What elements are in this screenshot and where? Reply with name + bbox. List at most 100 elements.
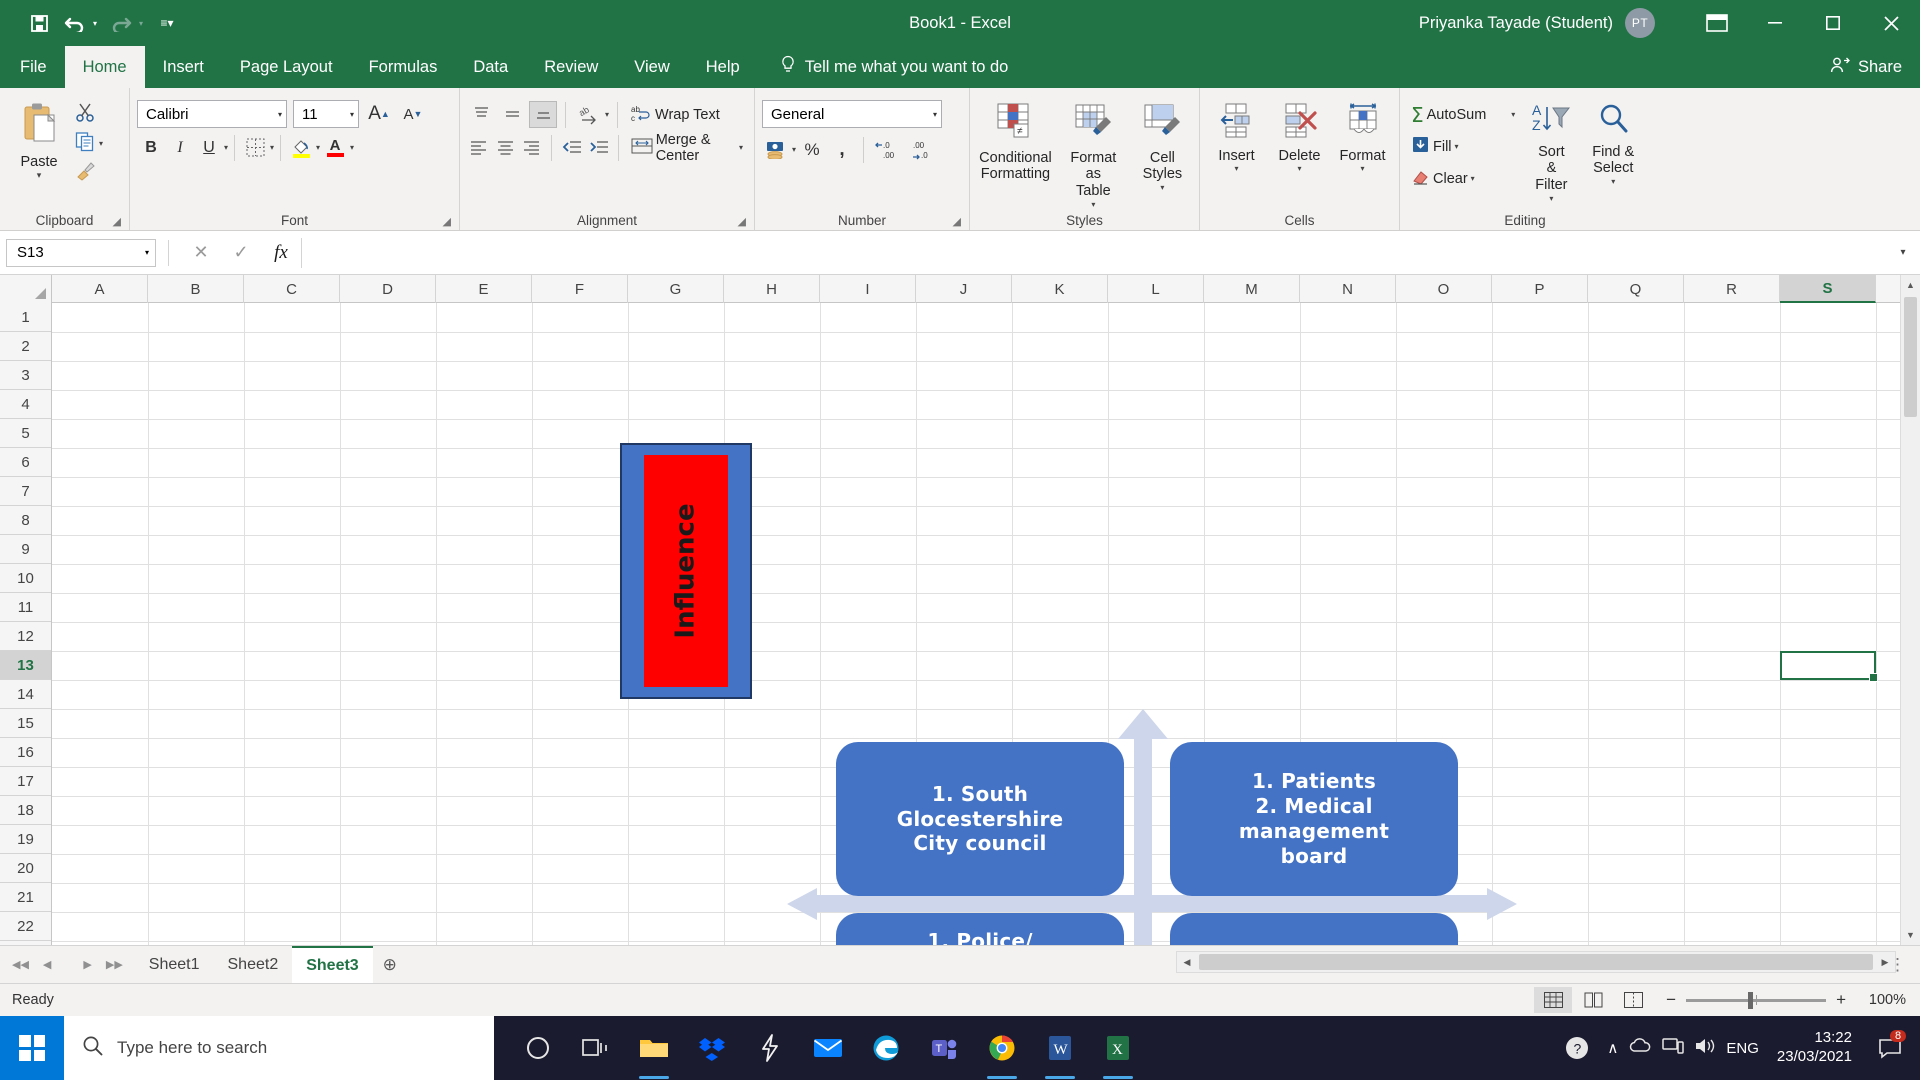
conditional-formatting-button[interactable]: ≠ Conditional Formatting [977,99,1054,186]
orientation-dropdown-arrow[interactable]: ▾ [605,110,609,119]
taskbar-clock[interactable]: 13:22 23/03/2021 [1769,1029,1860,1067]
column-header-N[interactable]: N [1300,275,1396,303]
column-header-R[interactable]: R [1684,275,1780,303]
cancel-formula-button[interactable]: ✕ [181,238,221,268]
tab-view[interactable]: View [616,46,687,88]
align-middle-button[interactable] [498,101,526,128]
copy-button[interactable]: ▾ [71,130,107,157]
decrease-indent-button[interactable] [560,134,583,161]
dropbox-icon[interactable] [686,1016,738,1080]
row-header-10[interactable]: 10 [0,564,51,593]
font-name-box[interactable]: Calibri ▾ [137,100,287,128]
find-select-button[interactable]: Find & Select ▾ [1583,99,1643,189]
align-left-button[interactable] [467,134,490,161]
row-header-12[interactable]: 12 [0,622,51,651]
tab-help[interactable]: Help [688,46,758,88]
row-header-16[interactable]: 16 [0,738,51,767]
close-button[interactable] [1862,0,1920,46]
scroll-right-arrow[interactable]: ▶ [1875,957,1895,968]
onedrive-cloud-icon[interactable] [1628,1037,1652,1059]
merge-center-button[interactable]: Merge & Center ▾ [627,132,747,164]
page-break-view-icon[interactable] [1614,987,1652,1013]
horizontal-scroll-thumb[interactable] [1199,954,1873,970]
row-header-9[interactable]: 9 [0,535,51,564]
find-select-dropdown-arrow[interactable]: ▾ [1611,177,1615,186]
fill-color-button[interactable] [287,134,315,161]
italic-button[interactable]: I [166,134,194,161]
column-header-S[interactable]: S [1780,275,1876,303]
active-cell-s13[interactable] [1780,651,1878,682]
row-header-22[interactable]: 22 [0,912,51,941]
teams-icon[interactable]: T [918,1016,970,1080]
zoom-knob[interactable] [1748,991,1754,1009]
zoom-slider[interactable]: − + [1666,990,1846,1010]
insert-cells-button[interactable]: Insert ▾ [1207,99,1266,177]
borders-dropdown-arrow[interactable]: ▾ [270,143,274,152]
mail-icon[interactable] [802,1016,854,1080]
number-dialog-launcher[interactable]: ◢ [953,215,961,228]
save-button[interactable] [22,8,56,38]
autosum-button[interactable]: Σ AutoSum ▾ [1407,101,1519,128]
column-header-F[interactable]: F [532,275,628,303]
sheet-tab-sheet2[interactable]: Sheet2 [214,946,293,984]
prev-sheet-button[interactable]: ◀ [43,958,51,971]
column-header-L[interactable]: L [1108,275,1204,303]
task-view-icon[interactable] [570,1016,622,1080]
cut-button[interactable] [71,101,107,128]
fill-color-dropdown-arrow[interactable]: ▾ [316,143,320,152]
select-all-button[interactable] [0,275,52,303]
tab-data[interactable]: Data [455,46,526,88]
avatar[interactable]: PT [1625,8,1655,38]
taskbar-search-box[interactable]: Type here to search [64,1016,494,1080]
word-icon[interactable]: W [1034,1016,1086,1080]
underline-dropdown-arrow[interactable]: ▾ [224,143,228,152]
column-header-H[interactable]: H [724,275,820,303]
scroll-left-arrow[interactable]: ◀ [1177,957,1197,968]
font-dialog-launcher[interactable]: ◢ [443,215,451,228]
ribbon-display-options-icon[interactable] [1694,0,1740,46]
paste-dropdown-arrow[interactable]: ▾ [37,170,42,180]
customize-qat-button[interactable]: ≡▾ [150,8,184,38]
vertical-scroll-thumb[interactable] [1904,297,1917,417]
name-box-dropdown-arrow[interactable]: ▾ [145,248,149,257]
row-header-19[interactable]: 19 [0,825,51,854]
row-header-18[interactable]: 18 [0,796,51,825]
wrap-text-button[interactable]: ab c Wrap Text [626,101,724,128]
row-header-17[interactable]: 17 [0,767,51,796]
font-color-button[interactable]: A [321,134,349,161]
fill-dropdown-arrow[interactable]: ▾ [1455,142,1459,151]
maximize-button[interactable] [1804,0,1862,46]
delete-dropdown-arrow[interactable]: ▾ [1297,164,1301,173]
network-device-icon[interactable] [1662,1037,1685,1059]
tab-file[interactable]: File [0,46,65,88]
sheet-tab-sheet1[interactable]: Sheet1 [135,946,214,984]
spreadsheet-grid[interactable]: ABCDEFGHIJKLMNOPQRS 1 2 3 4 5 6 7 8 9 10 11 12 13 14 1… [0,275,1920,945]
underline-button[interactable]: U [195,134,223,161]
number-format-box[interactable]: General ▾ [762,100,942,128]
number-format-dropdown-arrow[interactable]: ▾ [927,110,937,119]
next-sheet-button[interactable]: ▶ [83,958,91,971]
chrome-icon[interactable] [976,1016,1028,1080]
action-center-icon[interactable]: 8 [1870,1016,1910,1080]
redo-dropdown-arrow[interactable]: ▾ [134,8,148,38]
increase-decimal-button[interactable]: .0 .00 [871,136,907,163]
clear-dropdown-arrow[interactable]: ▾ [1471,174,1475,183]
lightning-icon[interactable] [744,1016,796,1080]
row-header-1[interactable]: 1 [0,303,51,332]
column-header-E[interactable]: E [436,275,532,303]
cell-styles-dropdown-arrow[interactable]: ▾ [1160,183,1164,192]
format-as-table-button[interactable]: Format as Table ▾ [1058,99,1129,212]
column-header-I[interactable]: I [820,275,916,303]
font-color-dropdown-arrow[interactable]: ▾ [350,143,354,152]
copy-dropdown-arrow[interactable]: ▾ [99,139,103,148]
insert-dropdown-arrow[interactable]: ▾ [1234,164,1238,173]
fill-button[interactable]: Fill ▾ [1407,133,1519,160]
windows-start-icon[interactable] [0,1016,64,1080]
file-explorer-icon[interactable] [628,1016,680,1080]
align-center-button[interactable] [493,134,516,161]
scroll-down-arrow[interactable]: ▼ [1901,925,1920,945]
decrease-font-size-button[interactable]: A ▼ [399,101,427,128]
sort-filter-dropdown-arrow[interactable]: ▾ [1549,194,1553,203]
format-dropdown-arrow[interactable]: ▾ [1360,164,1364,173]
autosum-dropdown-arrow[interactable]: ▾ [1511,110,1515,119]
